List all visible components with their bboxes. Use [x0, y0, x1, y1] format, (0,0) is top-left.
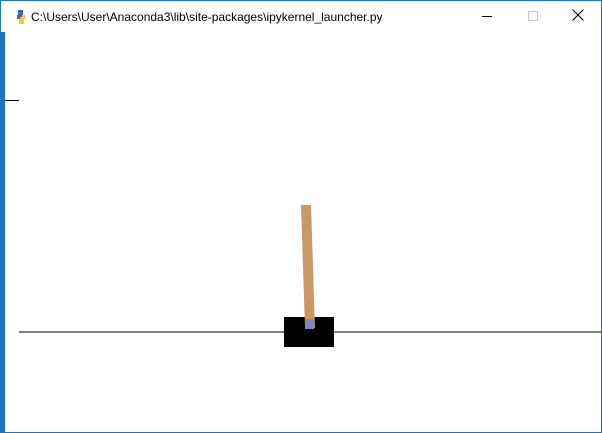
- axle: [305, 319, 314, 329]
- app-window: C:\Users\User\Anaconda3\lib\site-package…: [0, 0, 602, 433]
- minimize-icon: [482, 8, 492, 26]
- close-button[interactable]: [555, 1, 601, 32]
- maximize-button[interactable]: [510, 1, 556, 32]
- title-bar[interactable]: C:\Users\User\Anaconda3\lib\site-package…: [1, 1, 601, 32]
- cartpole-scene: [19, 205, 601, 347]
- window-title: C:\Users\User\Anaconda3\lib\site-package…: [31, 10, 383, 24]
- render-canvas: [1, 32, 601, 432]
- pole: [301, 205, 315, 328]
- maximize-icon: [528, 8, 538, 26]
- python-icon: [17, 10, 25, 24]
- minimize-button[interactable]: [464, 1, 510, 32]
- close-icon: [572, 8, 584, 26]
